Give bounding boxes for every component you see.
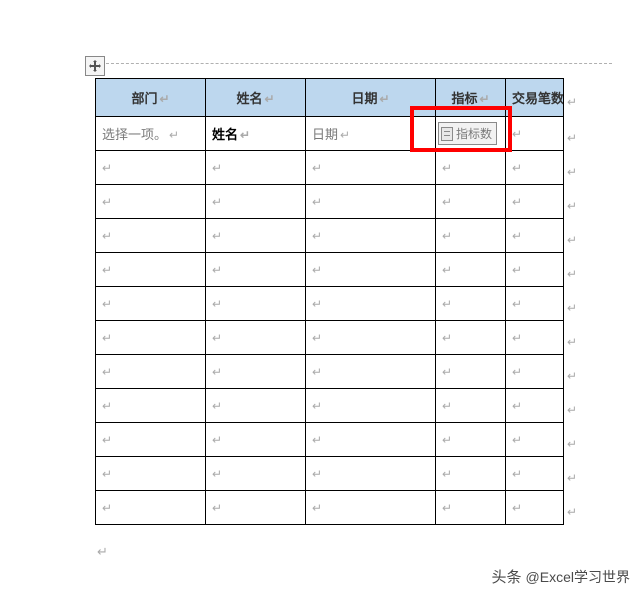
table-row[interactable]: ↵↵↵↵↵	[96, 253, 564, 287]
table-row[interactable]: ↵↵↵↵↵	[96, 219, 564, 253]
table-row[interactable]: ↵↵↵↵↵	[96, 457, 564, 491]
date-field[interactable]: 日期↵	[306, 117, 436, 151]
header-indicator: 指标↵	[436, 79, 506, 117]
table-row[interactable]: ↵↵↵↵↵	[96, 151, 564, 185]
table-row[interactable]: ↵↵↵↵↵	[96, 491, 564, 525]
attribution-prefix: 头条	[492, 566, 522, 587]
name-field[interactable]: 姓名↵	[206, 117, 306, 151]
move-icon	[89, 60, 101, 72]
table-row[interactable]: ↵↵↵↵↵	[96, 423, 564, 457]
content-control-grip-icon[interactable]	[441, 127, 453, 141]
word-table[interactable]: 部门↵ 姓名↵ 日期↵ 指标↵ 交易笔数↵ 选择一项。↵ 姓名↵ 日期↵ 指标数…	[95, 78, 563, 525]
header-date: 日期↵	[306, 79, 436, 117]
table-row[interactable]: ↵↵↵↵↵	[96, 287, 564, 321]
attribution-handle: @Excel学习世界	[526, 567, 630, 587]
header-department: 部门↵	[96, 79, 206, 117]
table-row[interactable]: ↵↵↵↵↵	[96, 355, 564, 389]
post-table-para-mark: ↵	[97, 544, 108, 560]
header-name: 姓名↵	[206, 79, 306, 117]
table-move-handle[interactable]	[85, 56, 105, 76]
ruler-guide	[106, 63, 612, 64]
para-mark: ↵	[159, 92, 169, 106]
table-row[interactable]: 选择一项。↵ 姓名↵ 日期↵ 指标数 ↵	[96, 117, 564, 151]
dept-dropdown[interactable]: 选择一项。↵	[96, 117, 206, 151]
table-row[interactable]: ↵↵↵↵↵	[96, 185, 564, 219]
attribution: 头条 @Excel学习世界	[492, 566, 630, 587]
table-row[interactable]: ↵↵↵↵↵	[96, 321, 564, 355]
txcount-field[interactable]: ↵	[506, 117, 564, 151]
indicator-field[interactable]: 指标数	[436, 117, 506, 151]
table-row[interactable]: ↵↵↵↵↵	[96, 389, 564, 423]
header-tx-count: 交易笔数↵	[506, 79, 564, 117]
